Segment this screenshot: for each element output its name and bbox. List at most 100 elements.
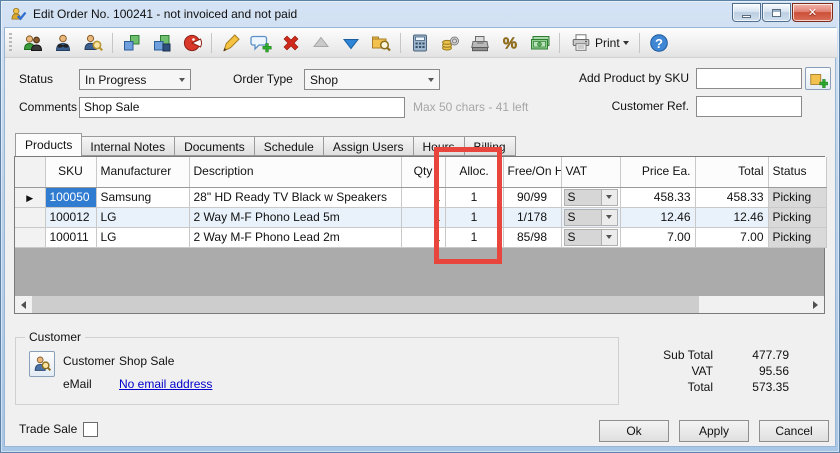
vat-value: S (565, 190, 601, 204)
percent-icon: % (499, 32, 521, 54)
column-header-description[interactable]: Description (189, 157, 401, 187)
scrollbar-track[interactable] (32, 296, 807, 313)
tab-schedule[interactable]: Schedule (255, 136, 324, 156)
percent-button[interactable]: % (497, 30, 523, 56)
cell-price_ea[interactable]: 7.00 (620, 227, 695, 247)
cell-price_ea[interactable]: 458.33 (620, 187, 695, 207)
add-comment-button[interactable] (248, 30, 274, 56)
find-button[interactable] (368, 30, 394, 56)
cell-sku[interactable]: 100050 (45, 187, 96, 207)
products-button[interactable] (119, 30, 145, 56)
add-product-sku-input[interactable] (696, 68, 802, 89)
table-row[interactable]: ▶ 100050Samsung28" HD Ready TV Black w Sp… (15, 187, 826, 207)
column-header-sku[interactable]: SKU (45, 157, 96, 187)
cell-description[interactable]: 2 Way M-F Phono Lead 5m (189, 207, 401, 227)
maximize-button[interactable] (762, 3, 791, 22)
cell-manufacturer[interactable]: Samsung (96, 187, 189, 207)
cell-free_on_hand[interactable]: 1/178 (503, 207, 561, 227)
cell-alloc[interactable]: 1 (445, 187, 503, 207)
table-row[interactable]: 100012LG2 Way M-F Phono Lead 5m111/178S1… (15, 207, 826, 227)
order-window-icon (10, 6, 27, 23)
calculator-button[interactable] (407, 30, 433, 56)
apply-button[interactable]: Apply (679, 420, 749, 442)
tab-internal-notes[interactable]: Internal Notes (81, 136, 175, 156)
move-down-button[interactable] (338, 30, 364, 56)
cell-alloc[interactable]: 1 (445, 207, 503, 227)
column-header-free_on_hand[interactable]: Free/On Hand (503, 157, 561, 187)
trade-sale-checkbox[interactable] (83, 422, 98, 437)
close-button[interactable]: ✕ (792, 3, 833, 22)
row-selector[interactable] (15, 207, 45, 227)
cell-manufacturer[interactable]: LG (96, 207, 189, 227)
column-header-status[interactable]: Status (768, 157, 826, 187)
till-button[interactable] (467, 30, 493, 56)
cell-description[interactable]: 2 Way M-F Phono Lead 2m (189, 227, 401, 247)
scrollbar-thumb[interactable] (32, 296, 699, 313)
toolbar-separator (639, 33, 640, 53)
cell-status: Picking (768, 207, 826, 227)
total-value: 573.35 (715, 379, 789, 395)
column-header-total[interactable]: Total (695, 157, 768, 187)
costs-button[interactable] (437, 30, 463, 56)
printer-button[interactable]: Print (566, 30, 633, 56)
user-binoculars-button[interactable] (50, 30, 76, 56)
row-selector[interactable]: ▶ (15, 187, 45, 207)
tab-hours[interactable]: Hours (414, 136, 465, 156)
cell-sku[interactable]: 100011 (45, 227, 96, 247)
column-header-price_ea[interactable]: Price Ea. (620, 157, 695, 187)
column-header-qty[interactable]: Qty (401, 157, 445, 187)
products-grid: SKUManufacturerDescriptionQtyAlloc.Free/… (14, 156, 825, 314)
tab-products[interactable]: Products (15, 133, 82, 156)
cancel-button[interactable]: Cancel (759, 420, 829, 442)
titlebar[interactable]: Edit Order No. 100241 - not invoiced and… (1, 1, 839, 27)
vat-select[interactable]: S (564, 229, 618, 246)
help-button[interactable]: ? (646, 30, 672, 56)
cell-sku[interactable]: 100012 (45, 207, 96, 227)
money-button[interactable] (527, 30, 553, 56)
tab-documents[interactable]: Documents (175, 136, 255, 156)
column-header-alloc[interactable]: Alloc. (445, 157, 503, 187)
product-remove-button[interactable] (179, 30, 205, 56)
tab-assign-users[interactable]: Assign Users (324, 136, 414, 156)
svg-text:%: % (503, 35, 517, 52)
column-header-vat[interactable]: VAT (561, 157, 620, 187)
ok-button[interactable]: Ok (599, 420, 669, 442)
column-header-manufacturer[interactable]: Manufacturer (96, 157, 189, 187)
edit-button[interactable] (218, 30, 244, 56)
cell-manufacturer[interactable]: LG (96, 227, 189, 247)
add-product-button[interactable] (805, 67, 831, 90)
customer-ref-input[interactable] (696, 96, 802, 117)
trade-sale-label: Trade Sale (19, 419, 77, 440)
cell-price_ea[interactable]: 12.46 (620, 207, 695, 227)
customer-lookup-button[interactable] (29, 351, 55, 377)
row-selector[interactable] (15, 227, 45, 247)
toolbar-grip[interactable] (9, 33, 12, 53)
user-search-button[interactable] (80, 30, 106, 56)
cell-total[interactable]: 458.33 (695, 187, 768, 207)
products-table: SKUManufacturerDescriptionQtyAlloc.Free/… (15, 157, 827, 248)
move-up-button[interactable] (308, 30, 334, 56)
table-row[interactable]: 100011LG2 Way M-F Phono Lead 2m1185/98S7… (15, 227, 826, 247)
cell-description[interactable]: 28" HD Ready TV Black w Speakers (189, 187, 401, 207)
vat-select[interactable]: S (564, 189, 618, 206)
cell-alloc[interactable]: 1 (445, 227, 503, 247)
arrow-right-icon (813, 301, 818, 309)
delete-button[interactable] (278, 30, 304, 56)
horizontal-scrollbar[interactable] (15, 296, 824, 313)
minimize-button[interactable] (732, 3, 761, 22)
tab-billing[interactable]: Billing (465, 136, 516, 156)
vat-select[interactable]: S (564, 209, 618, 226)
email-link[interactable]: No email address (119, 374, 212, 395)
cell-total[interactable]: 12.46 (695, 207, 768, 227)
order-type-select[interactable]: Shop (304, 69, 440, 90)
comments-input[interactable]: Shop Sale (79, 97, 405, 118)
cell-free_on_hand[interactable]: 85/98 (503, 227, 561, 247)
cell-total[interactable]: 7.00 (695, 227, 768, 247)
users-button[interactable] (20, 30, 46, 56)
scroll-left-button[interactable] (15, 296, 32, 313)
current-row-arrow-icon: ▶ (26, 193, 33, 203)
scroll-right-button[interactable] (807, 296, 824, 313)
products-alt-button[interactable] (149, 30, 175, 56)
status-select[interactable]: In Progress (79, 69, 191, 90)
cell-free_on_hand[interactable]: 90/99 (503, 187, 561, 207)
